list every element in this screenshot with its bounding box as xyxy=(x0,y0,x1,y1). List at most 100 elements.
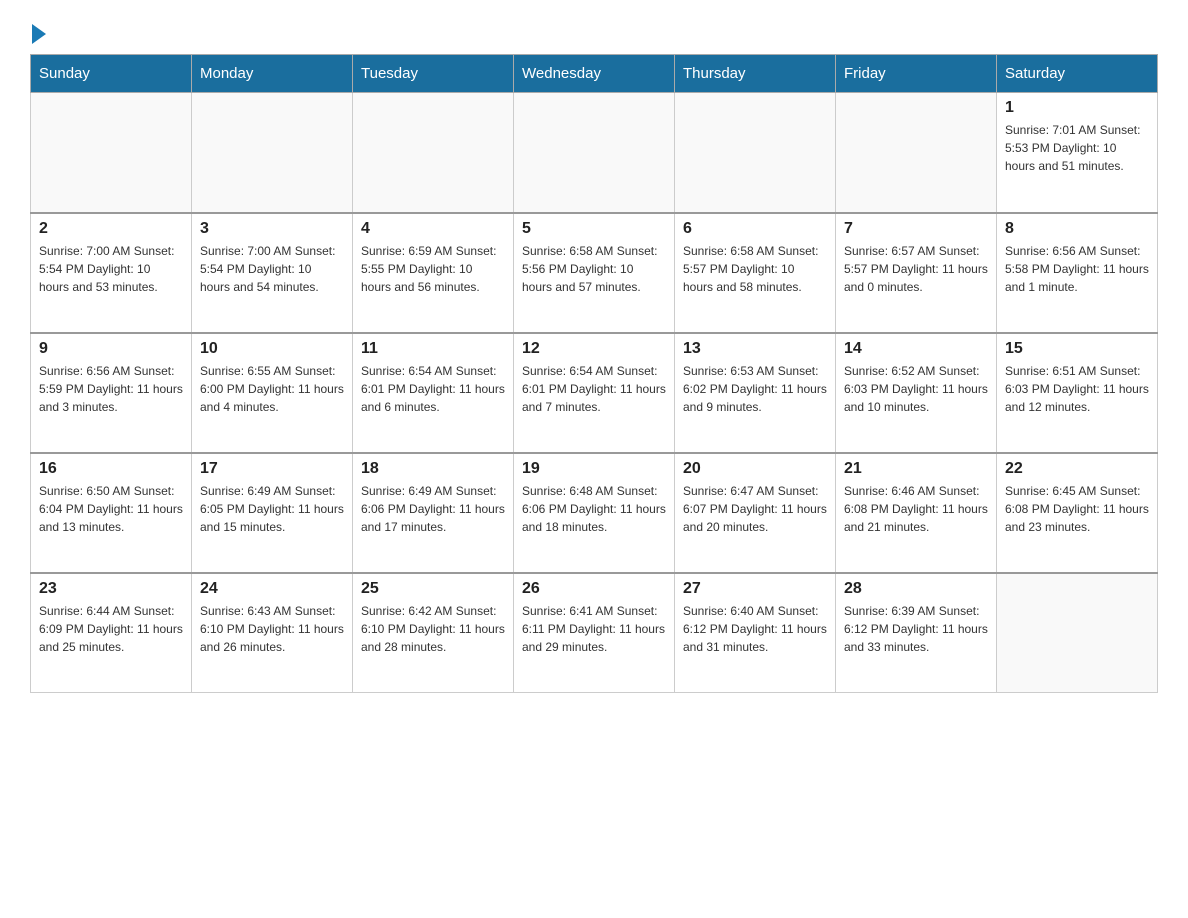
calendar-cell: 24 Sunrise: 6:43 AM Sunset: 6:10 PM Dayli… xyxy=(192,573,353,693)
day-number: 28 xyxy=(844,580,988,598)
day-info: Sunrise: 6:49 AM Sunset: 6:06 PM Dayligh… xyxy=(361,482,505,536)
day-number: 5 xyxy=(522,220,666,238)
day-info: Sunrise: 6:56 AM Sunset: 5:58 PM Dayligh… xyxy=(1005,242,1149,296)
calendar-cell: 12 Sunrise: 6:54 AM Sunset: 6:01 PM Dayli… xyxy=(514,333,675,453)
day-info: Sunrise: 6:58 AM Sunset: 5:57 PM Dayligh… xyxy=(683,242,827,296)
calendar-cell: 21 Sunrise: 6:46 AM Sunset: 6:08 PM Dayli… xyxy=(836,453,997,573)
day-number: 7 xyxy=(844,220,988,238)
calendar-cell xyxy=(836,93,997,213)
day-info: Sunrise: 6:39 AM Sunset: 6:12 PM Dayligh… xyxy=(844,602,988,656)
day-number: 26 xyxy=(522,580,666,598)
calendar-cell: 16 Sunrise: 6:50 AM Sunset: 6:04 PM Dayli… xyxy=(31,453,192,573)
calendar-cell: 14Sunrise: 6:52 AM Sunset: 6:03 PM Dayli… xyxy=(836,333,997,453)
day-number: 23 xyxy=(39,580,183,598)
calendar-week-row: 2 Sunrise: 7:00 AM Sunset: 5:54 PM Daylig… xyxy=(31,213,1158,333)
day-number: 19 xyxy=(522,460,666,478)
calendar-cell: 8 Sunrise: 6:56 AM Sunset: 5:58 PM Daylig… xyxy=(997,213,1158,333)
calendar-cell: 9 Sunrise: 6:56 AM Sunset: 5:59 PM Daylig… xyxy=(31,333,192,453)
day-info: Sunrise: 6:49 AM Sunset: 6:05 PM Dayligh… xyxy=(200,482,344,536)
calendar-cell: 10 Sunrise: 6:55 AM Sunset: 6:00 PM Dayli… xyxy=(192,333,353,453)
day-number: 16 xyxy=(39,460,183,478)
calendar-cell: 11Sunrise: 6:54 AM Sunset: 6:01 PM Dayli… xyxy=(353,333,514,453)
day-number: 21 xyxy=(844,460,988,478)
day-info: Sunrise: 6:59 AM Sunset: 5:55 PM Dayligh… xyxy=(361,242,505,296)
day-info: Sunrise: 6:43 AM Sunset: 6:10 PM Dayligh… xyxy=(200,602,344,656)
calendar-cell xyxy=(514,93,675,213)
calendar-cell: 20 Sunrise: 6:47 AM Sunset: 6:07 PM Dayli… xyxy=(675,453,836,573)
day-info: Sunrise: 6:41 AM Sunset: 6:11 PM Dayligh… xyxy=(522,602,666,656)
calendar-cell xyxy=(31,93,192,213)
day-info: Sunrise: 6:47 AM Sunset: 6:07 PM Dayligh… xyxy=(683,482,827,536)
day-info: Sunrise: 6:51 AM Sunset: 6:03 PM Dayligh… xyxy=(1005,362,1149,416)
calendar-cell: 17 Sunrise: 6:49 AM Sunset: 6:05 PM Dayli… xyxy=(192,453,353,573)
calendar-week-row: 23 Sunrise: 6:44 AM Sunset: 6:09 PM Dayli… xyxy=(31,573,1158,693)
calendar-cell: 18Sunrise: 6:49 AM Sunset: 6:06 PM Dayli… xyxy=(353,453,514,573)
day-info: Sunrise: 6:53 AM Sunset: 6:02 PM Dayligh… xyxy=(683,362,827,416)
day-number: 1 xyxy=(1005,99,1149,117)
day-number: 11 xyxy=(361,340,505,358)
day-info: Sunrise: 6:52 AM Sunset: 6:03 PM Dayligh… xyxy=(844,362,988,416)
calendar-cell: 15 Sunrise: 6:51 AM Sunset: 6:03 PM Dayli… xyxy=(997,333,1158,453)
day-number: 20 xyxy=(683,460,827,478)
day-info: Sunrise: 6:54 AM Sunset: 6:01 PM Dayligh… xyxy=(522,362,666,416)
calendar-cell xyxy=(675,93,836,213)
day-info: Sunrise: 6:56 AM Sunset: 5:59 PM Dayligh… xyxy=(39,362,183,416)
day-number: 9 xyxy=(39,340,183,358)
day-number: 3 xyxy=(200,220,344,238)
calendar-week-row: 1 Sunrise: 7:01 AM Sunset: 5:53 PM Daylig… xyxy=(31,93,1158,213)
calendar-cell: 7Sunrise: 6:57 AM Sunset: 5:57 PM Daylig… xyxy=(836,213,997,333)
calendar-cell: 22 Sunrise: 6:45 AM Sunset: 6:08 PM Dayli… xyxy=(997,453,1158,573)
day-info: Sunrise: 6:50 AM Sunset: 6:04 PM Dayligh… xyxy=(39,482,183,536)
day-number: 13 xyxy=(683,340,827,358)
column-header-saturday: Saturday xyxy=(997,55,1158,93)
day-number: 8 xyxy=(1005,220,1149,238)
day-info: Sunrise: 7:01 AM Sunset: 5:53 PM Dayligh… xyxy=(1005,121,1149,175)
day-info: Sunrise: 6:48 AM Sunset: 6:06 PM Dayligh… xyxy=(522,482,666,536)
page-header xyxy=(30,20,1158,44)
column-header-tuesday: Tuesday xyxy=(353,55,514,93)
day-number: 24 xyxy=(200,580,344,598)
day-number: 6 xyxy=(683,220,827,238)
day-info: Sunrise: 7:00 AM Sunset: 5:54 PM Dayligh… xyxy=(200,242,344,296)
calendar-cell: 28 Sunrise: 6:39 AM Sunset: 6:12 PM Dayli… xyxy=(836,573,997,693)
day-number: 12 xyxy=(522,340,666,358)
calendar-cell: 19 Sunrise: 6:48 AM Sunset: 6:06 PM Dayli… xyxy=(514,453,675,573)
day-number: 17 xyxy=(200,460,344,478)
calendar-cell: 1 Sunrise: 7:01 AM Sunset: 5:53 PM Daylig… xyxy=(997,93,1158,213)
calendar-table: SundayMondayTuesdayWednesdayThursdayFrid… xyxy=(30,54,1158,693)
logo-arrow-icon xyxy=(32,24,46,44)
day-number: 27 xyxy=(683,580,827,598)
day-info: Sunrise: 6:45 AM Sunset: 6:08 PM Dayligh… xyxy=(1005,482,1149,536)
day-info: Sunrise: 6:55 AM Sunset: 6:00 PM Dayligh… xyxy=(200,362,344,416)
calendar-week-row: 9 Sunrise: 6:56 AM Sunset: 5:59 PM Daylig… xyxy=(31,333,1158,453)
calendar-cell: 2 Sunrise: 7:00 AM Sunset: 5:54 PM Daylig… xyxy=(31,213,192,333)
calendar-cell: 27 Sunrise: 6:40 AM Sunset: 6:12 PM Dayli… xyxy=(675,573,836,693)
day-info: Sunrise: 6:42 AM Sunset: 6:10 PM Dayligh… xyxy=(361,602,505,656)
day-info: Sunrise: 6:40 AM Sunset: 6:12 PM Dayligh… xyxy=(683,602,827,656)
day-number: 2 xyxy=(39,220,183,238)
calendar-cell: 13 Sunrise: 6:53 AM Sunset: 6:02 PM Dayli… xyxy=(675,333,836,453)
calendar-cell xyxy=(997,573,1158,693)
calendar-cell xyxy=(353,93,514,213)
calendar-cell: 4 Sunrise: 6:59 AM Sunset: 5:55 PM Daylig… xyxy=(353,213,514,333)
logo xyxy=(30,20,46,44)
calendar-cell: 5 Sunrise: 6:58 AM Sunset: 5:56 PM Daylig… xyxy=(514,213,675,333)
day-info: Sunrise: 6:58 AM Sunset: 5:56 PM Dayligh… xyxy=(522,242,666,296)
column-header-thursday: Thursday xyxy=(675,55,836,93)
calendar-header-row: SundayMondayTuesdayWednesdayThursdayFrid… xyxy=(31,55,1158,93)
day-number: 22 xyxy=(1005,460,1149,478)
day-number: 15 xyxy=(1005,340,1149,358)
day-number: 4 xyxy=(361,220,505,238)
calendar-cell: 26 Sunrise: 6:41 AM Sunset: 6:11 PM Dayli… xyxy=(514,573,675,693)
calendar-week-row: 16 Sunrise: 6:50 AM Sunset: 6:04 PM Dayli… xyxy=(31,453,1158,573)
calendar-cell: 6 Sunrise: 6:58 AM Sunset: 5:57 PM Daylig… xyxy=(675,213,836,333)
calendar-cell xyxy=(192,93,353,213)
column-header-monday: Monday xyxy=(192,55,353,93)
calendar-cell: 3 Sunrise: 7:00 AM Sunset: 5:54 PM Daylig… xyxy=(192,213,353,333)
day-info: Sunrise: 7:00 AM Sunset: 5:54 PM Dayligh… xyxy=(39,242,183,296)
column-header-friday: Friday xyxy=(836,55,997,93)
day-number: 25 xyxy=(361,580,505,598)
day-info: Sunrise: 6:44 AM Sunset: 6:09 PM Dayligh… xyxy=(39,602,183,656)
day-number: 10 xyxy=(200,340,344,358)
day-info: Sunrise: 6:46 AM Sunset: 6:08 PM Dayligh… xyxy=(844,482,988,536)
